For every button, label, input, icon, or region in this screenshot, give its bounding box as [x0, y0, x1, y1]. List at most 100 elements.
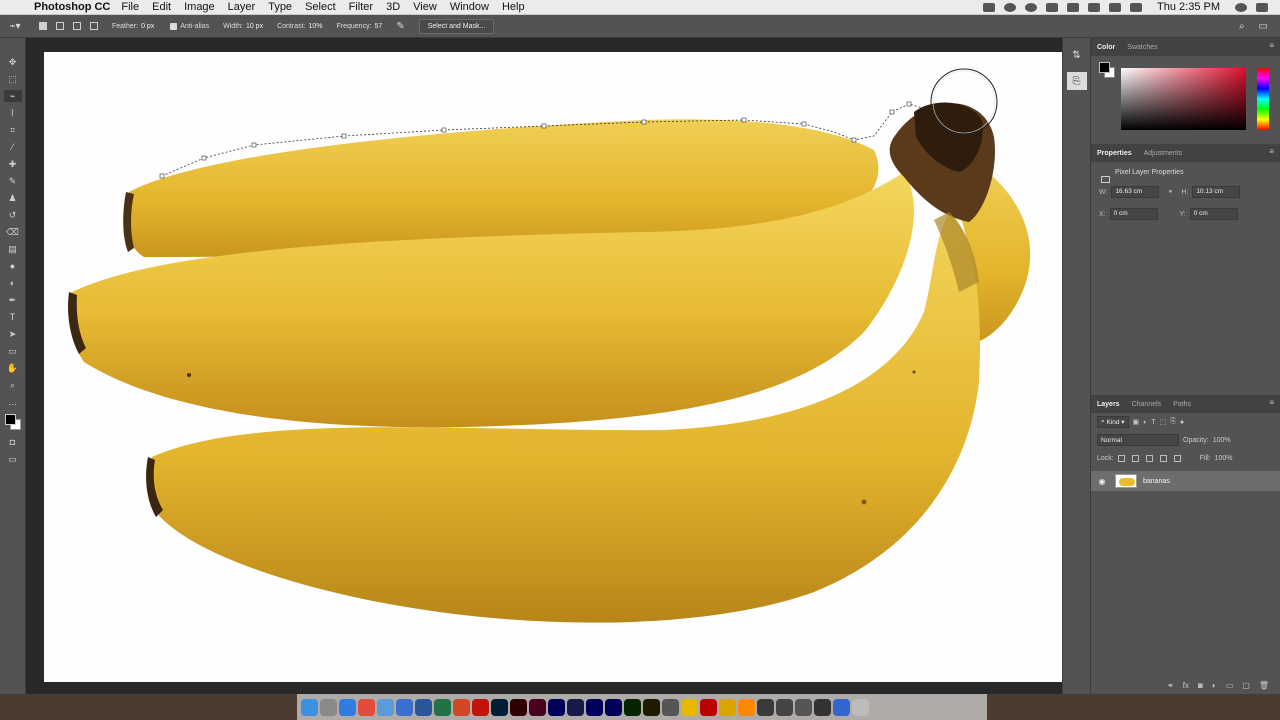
add-mask-icon[interactable]: ◙ — [1198, 681, 1203, 690]
filter-adjustment-icon[interactable]: ◐ — [1143, 419, 1147, 426]
bananas-image[interactable] — [44, 52, 1078, 682]
dock-app-chrome-icon[interactable] — [358, 698, 375, 716]
move-tool-icon[interactable]: ✥ — [4, 56, 22, 68]
menu-help[interactable]: Help — [502, 1, 525, 13]
layer-filter-select[interactable]: ⌕ Kind ▾ — [1097, 416, 1129, 428]
delete-layer-icon[interactable]: 🗑 — [1259, 681, 1269, 690]
link-dimensions-icon[interactable]: ⚭ — [1167, 188, 1173, 196]
spotlight-icon[interactable] — [1235, 2, 1247, 12]
dock-app-media-encoder-icon[interactable] — [567, 698, 584, 716]
tab-layers[interactable]: Layers — [1097, 401, 1120, 408]
tab-adjustments[interactable]: Adjustments — [1144, 150, 1183, 157]
dock-app-misc6-icon[interactable] — [795, 698, 812, 716]
layer-style-icon[interactable]: fx — [1183, 681, 1189, 690]
history-brush-tool-icon[interactable]: ↺ — [4, 209, 22, 221]
search-icon[interactable]: ⌕ — [1239, 21, 1245, 32]
gradient-tool-icon[interactable]: ▤ — [4, 243, 22, 255]
adjustment-layer-icon[interactable]: ◐ — [1212, 681, 1217, 690]
eyedropper-tool-icon[interactable]: ⁄ — [4, 141, 22, 153]
dock-app-launchpad-icon[interactable] — [320, 698, 337, 716]
new-group-icon[interactable]: ▭ — [1226, 681, 1234, 690]
menu-type[interactable]: Type — [268, 1, 292, 13]
tab-properties[interactable]: Properties — [1097, 150, 1132, 157]
marquee-tool-icon[interactable]: ⬚ — [4, 73, 22, 85]
menu-filter[interactable]: Filter — [349, 1, 373, 13]
menu-file[interactable]: File — [121, 1, 139, 13]
pen-pressure-icon[interactable]: ✎ — [396, 21, 404, 32]
tab-paths[interactable]: Paths — [1173, 401, 1191, 408]
blend-mode-select[interactable]: Normal — [1097, 434, 1179, 446]
blur-tool-icon[interactable]: ● — [4, 260, 22, 272]
dock-app-vlc-icon[interactable] — [738, 698, 755, 716]
dock-app-misc3-icon[interactable] — [719, 698, 736, 716]
menu-view[interactable]: View — [413, 1, 437, 13]
rectangle-tool-icon[interactable]: ▭ — [4, 345, 22, 357]
dock-app-powerpoint-icon[interactable] — [453, 698, 470, 716]
filter-toggle-icon[interactable]: ● — [1180, 419, 1184, 426]
foreground-color-swatch[interactable] — [4, 414, 16, 425]
opacity-input[interactable]: 100% — [1213, 437, 1231, 444]
dock-app-ae-icon[interactable] — [586, 698, 603, 716]
dock-app-trash-icon[interactable] — [852, 698, 869, 716]
screen-record-icon[interactable] — [983, 2, 996, 12]
lock-transparency-icon[interactable] — [1117, 454, 1125, 462]
link-layers-icon[interactable]: ⚭ — [1167, 681, 1174, 690]
dock-app-finder-icon[interactable] — [301, 698, 318, 716]
magnetic-lasso-preset-icon[interactable]: ⌁▾ — [0, 15, 30, 38]
dock-app-au-icon[interactable] — [605, 698, 622, 716]
menu-3d[interactable]: 3D — [386, 1, 400, 13]
workspace-switcher-icon[interactable]: ▭ — [1259, 21, 1268, 32]
width-input[interactable]: 10 px — [246, 23, 263, 30]
menu-select[interactable]: Select — [305, 1, 336, 13]
pen-tool-icon[interactable]: ✒ — [4, 294, 22, 306]
dock-app-misc2-icon[interactable] — [681, 698, 698, 716]
tab-swatches[interactable]: Swatches — [1127, 44, 1157, 51]
layer-name[interactable]: bananas — [1143, 478, 1170, 485]
properties-panel-icon[interactable]: ⎘ — [1066, 72, 1087, 90]
screen-mode-icon[interactable]: ▭ — [4, 453, 22, 465]
anti-alias-checkbox[interactable] — [170, 22, 178, 30]
frequency-input[interactable]: 57 — [375, 23, 383, 30]
clone-stamp-tool-icon[interactable]: ♟ — [4, 192, 22, 204]
menu-layer[interactable]: Layer — [228, 1, 256, 13]
more-tools-icon[interactable]: … — [4, 396, 22, 408]
hand-tool-icon[interactable]: ✋ — [4, 362, 22, 374]
x-position-field[interactable]: 0 cm — [1109, 208, 1158, 220]
menu-edit[interactable]: Edit — [152, 1, 171, 13]
quick-selection-tool-icon[interactable]: ⌇ — [4, 107, 22, 119]
lock-artboard-icon[interactable] — [1159, 454, 1167, 462]
hue-slider[interactable] — [1257, 68, 1269, 130]
new-layer-icon[interactable]: ▢ — [1242, 681, 1250, 690]
filter-smart-object-icon[interactable]: ⎘ — [1170, 418, 1176, 426]
dock-app-safari-icon[interactable] — [339, 698, 356, 716]
dock-app-excel-icon[interactable] — [434, 698, 451, 716]
color-panel-menu-icon[interactable]: ≡ — [1269, 41, 1274, 50]
app-name-menu[interactable]: Photoshop CC — [34, 1, 110, 13]
brush-tool-icon[interactable]: ✎ — [4, 175, 22, 187]
dock-app-pr-icon[interactable] — [548, 698, 565, 716]
lock-pixels-icon[interactable] — [1131, 454, 1139, 462]
dock-app-preview-icon[interactable] — [377, 698, 394, 716]
dock-app-misc7-icon[interactable] — [814, 698, 831, 716]
dock-app-acrobat-icon[interactable] — [472, 698, 489, 716]
height-dimension-field[interactable]: 10.13 cm — [1192, 186, 1241, 198]
eraser-tool-icon[interactable]: ⌫ — [4, 226, 22, 238]
crop-tool-icon[interactable]: ⌗ — [4, 124, 22, 136]
dodge-tool-icon[interactable]: ◐ — [4, 277, 22, 289]
color-field[interactable] — [1121, 68, 1246, 130]
contrast-input[interactable]: 10% — [308, 23, 322, 30]
dock-app-ps-icon[interactable] — [491, 698, 508, 716]
width-dimension-field[interactable]: 16.63 cm — [1111, 186, 1160, 198]
properties-panel-menu-icon[interactable]: ≡ — [1269, 147, 1274, 156]
dock-app-id-icon[interactable] — [529, 698, 546, 716]
select-and-mask-button[interactable]: Select and Mask... — [418, 18, 495, 34]
menu-window[interactable]: Window — [450, 1, 489, 13]
fill-input[interactable]: 100% — [1215, 455, 1233, 462]
dock-app-word-icon[interactable] — [415, 698, 432, 716]
dock-app-filezilla-icon[interactable] — [700, 698, 717, 716]
notification-center-icon[interactable] — [1256, 2, 1268, 12]
status-app-icon[interactable] — [1004, 2, 1017, 12]
drive-icon[interactable] — [1046, 2, 1059, 12]
dock-app-keynote-icon[interactable] — [396, 698, 413, 716]
lock-all-icon[interactable] — [1173, 454, 1181, 462]
